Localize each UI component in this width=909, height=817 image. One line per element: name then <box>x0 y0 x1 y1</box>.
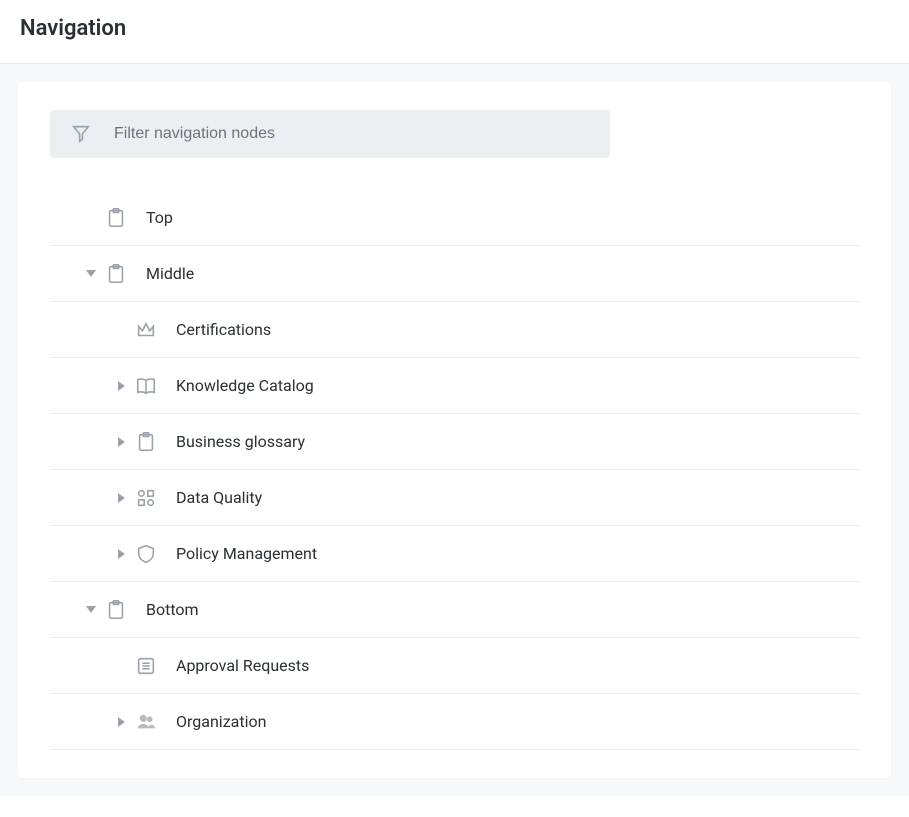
clipboard-icon <box>105 599 127 621</box>
chevron-down-icon[interactable] <box>78 606 104 613</box>
tree-node-label: Bottom <box>146 600 199 619</box>
filter-input[interactable] <box>112 124 590 144</box>
tree-node-data-quality[interactable]: Data Quality <box>50 470 859 526</box>
navigation-card: Top Middle <box>18 82 891 778</box>
chevron-right-icon[interactable] <box>108 717 134 727</box>
tree-node-label: Certifications <box>176 320 271 339</box>
clipboard-icon <box>105 207 127 229</box>
tree-node-approval-requests[interactable]: Approval Requests <box>50 638 859 694</box>
navigation-tree: Top Middle <box>50 190 859 750</box>
tree-node-knowledge-catalog[interactable]: Knowledge Catalog <box>50 358 859 414</box>
chevron-right-icon[interactable] <box>108 493 134 503</box>
shield-icon <box>135 543 157 565</box>
clipboard-icon <box>105 263 127 285</box>
chevron-right-icon[interactable] <box>108 381 134 391</box>
shapes-icon <box>135 487 157 509</box>
tree-node-label: Middle <box>146 264 194 283</box>
tree-node-business-glossary[interactable]: Business glossary <box>50 414 859 470</box>
tree-node-label: Business glossary <box>176 432 305 451</box>
tree-node-label: Policy Management <box>176 544 317 563</box>
people-icon <box>135 711 157 733</box>
chevron-right-icon[interactable] <box>108 437 134 447</box>
crown-icon <box>135 319 157 341</box>
tree-node-organization[interactable]: Organization <box>50 694 859 750</box>
tree-node-top[interactable]: Top <box>50 190 859 246</box>
tree-node-certifications[interactable]: Certifications <box>50 302 859 358</box>
filter-input-wrapper[interactable] <box>50 110 610 158</box>
book-open-icon <box>135 375 157 397</box>
tree-node-bottom[interactable]: Bottom <box>50 582 859 638</box>
tree-node-middle[interactable]: Middle <box>50 246 859 302</box>
list-icon <box>135 655 157 677</box>
tree-node-label: Data Quality <box>176 488 262 507</box>
tree-node-label: Top <box>146 208 173 227</box>
clipboard-icon <box>135 431 157 453</box>
tree-node-label: Knowledge Catalog <box>176 376 314 395</box>
chevron-down-icon[interactable] <box>78 270 104 277</box>
tree-node-label: Approval Requests <box>176 656 309 675</box>
tree-node-policy-management[interactable]: Policy Management <box>50 526 859 582</box>
tree-node-label: Organization <box>176 712 266 731</box>
chevron-right-icon[interactable] <box>108 549 134 559</box>
funnel-icon <box>70 123 92 145</box>
page-title: Navigation <box>0 0 909 63</box>
